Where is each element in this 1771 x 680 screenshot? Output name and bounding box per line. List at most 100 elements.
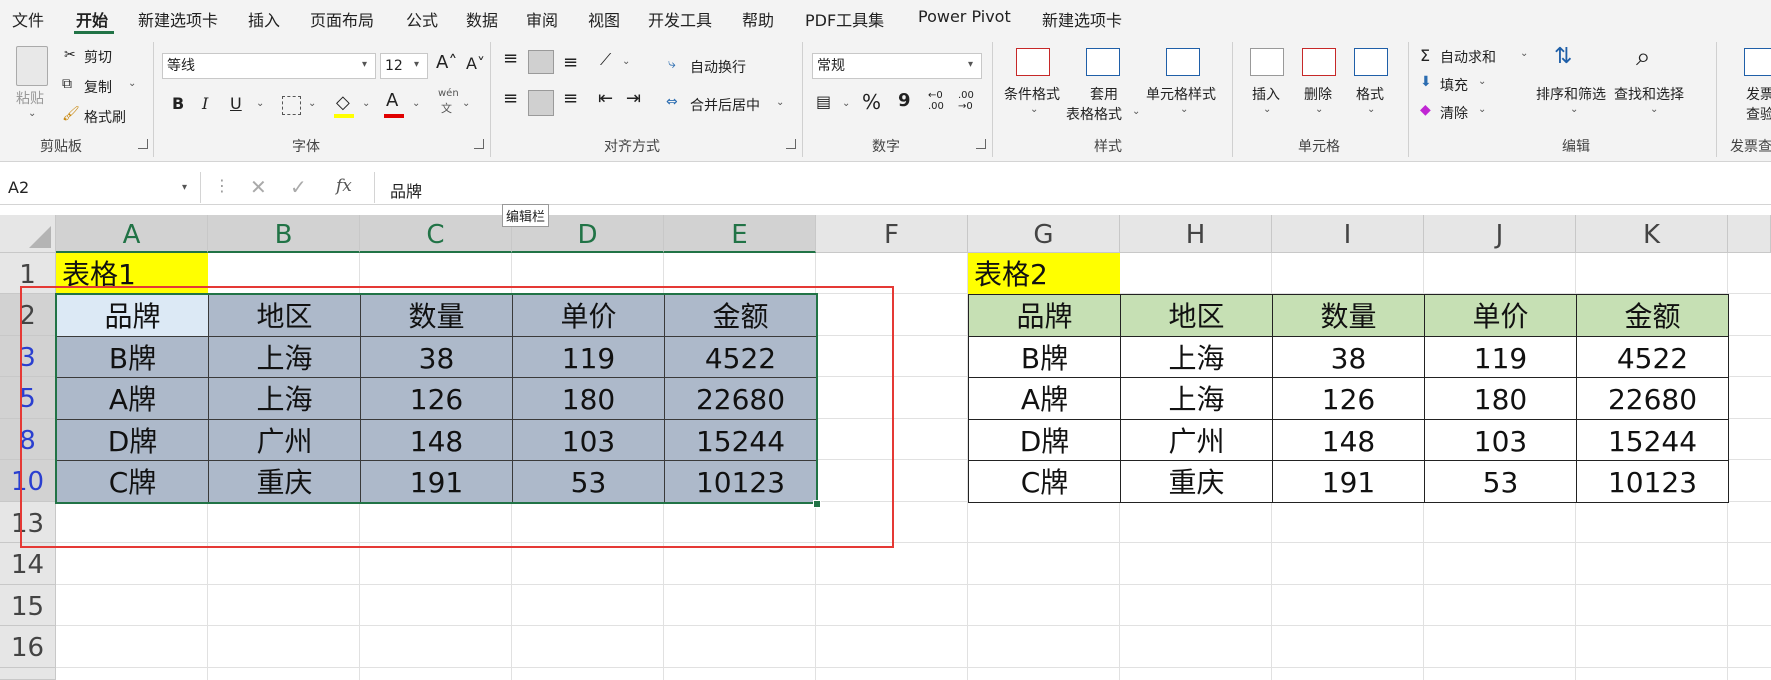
name-box-dropdown-icon[interactable]: ▾: [182, 182, 187, 193]
table2-cell[interactable]: 10123: [1576, 460, 1729, 503]
number-format-dropdown-icon[interactable]: ▾: [968, 59, 973, 70]
format-as-table-button[interactable]: 表格格式: [1066, 104, 1122, 124]
table2-cell[interactable]: 15244: [1576, 419, 1729, 461]
sort-filter-button[interactable]: 排序和筛选: [1536, 84, 1606, 104]
table2-cell[interactable]: B牌: [968, 336, 1121, 378]
increase-indent-icon[interactable]: ⇥: [626, 88, 641, 109]
increase-decimal-button[interactable]: ←0 .00: [928, 90, 950, 112]
column-header-f[interactable]: F: [816, 215, 968, 253]
column-header-b[interactable]: B: [208, 215, 360, 253]
row-header-15[interactable]: 15: [0, 585, 56, 626]
invoice-check-button[interactable]: 查验: [1746, 104, 1771, 124]
phonetic-icon-top[interactable]: wén: [438, 88, 459, 99]
number-launcher-icon[interactable]: [976, 139, 986, 149]
delete-cells-button[interactable]: 删除: [1304, 84, 1332, 104]
format-dropdown-icon[interactable]: ⌄: [1367, 104, 1375, 115]
border-dropdown-icon[interactable]: ⌄: [308, 98, 316, 109]
merge-dropdown-icon[interactable]: ⌄: [776, 97, 784, 108]
table2-header-cell[interactable]: 品牌: [968, 294, 1121, 337]
fill-button[interactable]: 填充: [1440, 75, 1468, 95]
grow-font-icon[interactable]: A˄: [436, 52, 457, 73]
phonetic-dropdown-icon[interactable]: ⌄: [462, 98, 470, 109]
column-header-i[interactable]: I: [1272, 215, 1424, 253]
paste-button[interactable]: 粘贴: [16, 88, 44, 108]
table2-header-cell[interactable]: 单价: [1424, 294, 1577, 337]
currency-dropdown-icon[interactable]: ⌄: [842, 98, 850, 109]
fill-color-dropdown-icon[interactable]: ⌄: [362, 98, 370, 109]
tab-pdf-tools[interactable]: PDF工具集: [805, 7, 884, 31]
column-header-l[interactable]: [1728, 215, 1771, 253]
font-size-dropdown-icon[interactable]: ▾: [414, 59, 419, 70]
copy-button[interactable]: 复制: [84, 77, 112, 97]
table2-header-cell[interactable]: 金额: [1576, 294, 1729, 337]
align-bottom-icon[interactable]: ≡: [563, 52, 578, 73]
fill-color-icon[interactable]: ◇: [336, 92, 350, 113]
cancel-icon[interactable]: ✕: [250, 175, 267, 199]
enter-icon[interactable]: ✓: [290, 175, 307, 199]
bold-button[interactable]: B: [172, 94, 184, 113]
column-header-c[interactable]: C: [360, 215, 512, 253]
table2-cell[interactable]: 126: [1272, 377, 1425, 420]
table2-title[interactable]: 表格2: [968, 253, 1120, 294]
clear-button[interactable]: 清除: [1440, 103, 1468, 123]
merge-center-button[interactable]: 合并后居中: [690, 95, 760, 115]
column-header-a[interactable]: A: [56, 215, 208, 253]
cell-styles-dropdown-icon[interactable]: ⌄: [1180, 104, 1188, 115]
wrap-text-button[interactable]: 自动换行: [690, 57, 746, 77]
tab-data[interactable]: 数据: [466, 7, 498, 31]
align-top-icon[interactable]: ≡: [503, 48, 518, 69]
formula-input[interactable]: 品牌: [390, 178, 422, 202]
orientation-dropdown-icon[interactable]: ⌄: [622, 56, 630, 67]
delete-dropdown-icon[interactable]: ⌄: [1315, 104, 1323, 115]
align-right-icon[interactable]: ≡: [563, 88, 578, 109]
column-header-j[interactable]: J: [1424, 215, 1576, 253]
font-size-box[interactable]: 12: [380, 53, 428, 79]
cut-button[interactable]: 剪切: [84, 47, 112, 67]
paste-dropdown-icon[interactable]: ⌄: [28, 108, 36, 119]
tab-page-layout[interactable]: 页面布局: [310, 7, 374, 31]
tab-insert[interactable]: 插入: [248, 7, 280, 31]
border-icon[interactable]: [282, 96, 301, 115]
font-color-dropdown-icon[interactable]: ⌄: [412, 98, 420, 109]
clear-dropdown-icon[interactable]: ⌄: [1478, 104, 1486, 115]
align-middle-icon[interactable]: [528, 50, 554, 74]
tab-file[interactable]: 文件: [12, 7, 44, 31]
font-launcher-icon[interactable]: [474, 139, 484, 149]
font-name-dropdown-icon[interactable]: ▾: [362, 59, 367, 70]
clipboard-launcher-icon[interactable]: [138, 139, 148, 149]
orientation-icon[interactable]: ⟋: [600, 50, 611, 70]
insert-cells-button[interactable]: 插入: [1252, 84, 1280, 104]
table2-cell[interactable]: A牌: [968, 377, 1121, 420]
table2-cell[interactable]: 180: [1424, 377, 1577, 420]
format-cells-button[interactable]: 格式: [1356, 84, 1384, 104]
table2-cell[interactable]: 4522: [1576, 336, 1729, 378]
table2-cell[interactable]: 上海: [1120, 377, 1273, 420]
decrease-decimal-button[interactable]: .00 →0: [958, 90, 980, 112]
table2-cell[interactable]: 广州: [1120, 419, 1273, 461]
fill-dropdown-icon[interactable]: ⌄: [1478, 76, 1486, 87]
comma-button[interactable]: 9: [898, 90, 911, 111]
currency-icon[interactable]: ▤: [816, 92, 831, 111]
copy-dropdown-icon[interactable]: ⌄: [128, 78, 136, 89]
table2-header-cell[interactable]: 地区: [1120, 294, 1273, 337]
column-header-k[interactable]: K: [1576, 215, 1728, 253]
tab-help[interactable]: 帮助: [742, 7, 774, 31]
underline-dropdown-icon[interactable]: ⌄: [256, 98, 264, 109]
tab-review[interactable]: 审阅: [526, 7, 558, 31]
tab-power-pivot[interactable]: Power Pivot: [918, 7, 1011, 26]
table-dropdown-icon[interactable]: ⌄: [1132, 106, 1140, 117]
table2-cell[interactable]: 148: [1272, 419, 1425, 461]
find-dropdown-icon[interactable]: ⌄: [1650, 104, 1658, 115]
tab-formulas[interactable]: 公式: [406, 7, 438, 31]
number-format-box[interactable]: 常规: [812, 53, 982, 79]
cell-styles-button[interactable]: 单元格样式: [1146, 84, 1216, 104]
font-color-icon[interactable]: A: [386, 90, 398, 111]
tab-new-1[interactable]: 新建选项卡: [138, 7, 218, 31]
table2-cell[interactable]: 103: [1424, 419, 1577, 461]
tab-view[interactable]: 视图: [588, 7, 620, 31]
align-left-icon[interactable]: ≡: [503, 88, 518, 109]
table2-cell[interactable]: 191: [1272, 460, 1425, 503]
select-all-corner[interactable]: [0, 215, 56, 253]
conditional-format-button[interactable]: 条件格式: [1004, 84, 1060, 104]
format-as-table-top[interactable]: 套用: [1090, 84, 1118, 104]
